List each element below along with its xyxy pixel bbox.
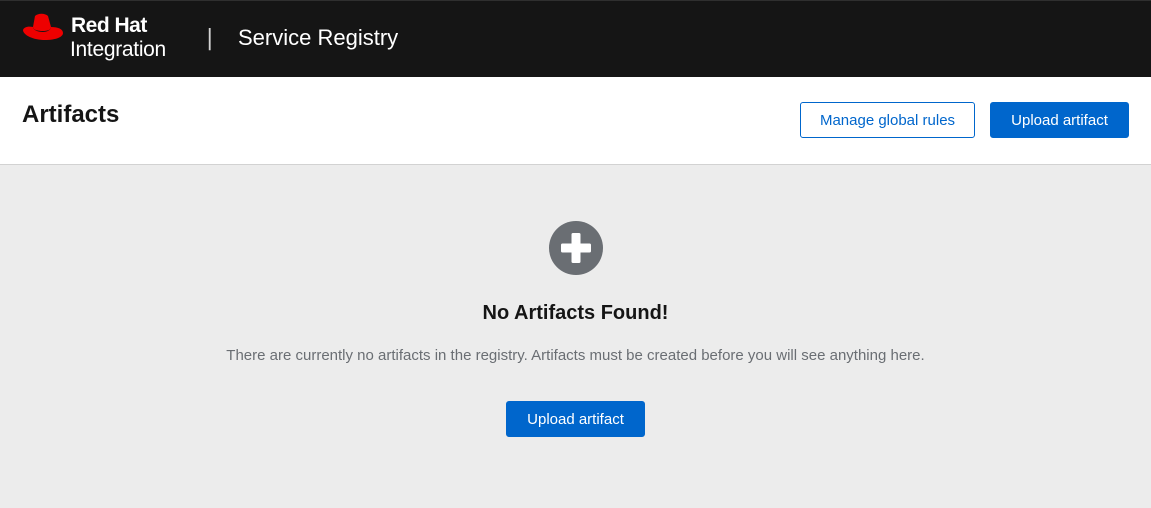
empty-state-title: No Artifacts Found! (482, 302, 669, 324)
page-header: Artifacts Manage global rules Upload art… (0, 77, 1151, 165)
brand-subtitle: Integration (70, 38, 166, 61)
plus-circle-icon (549, 221, 603, 275)
empty-state-upload-artifact-button[interactable]: Upload artifact (506, 401, 645, 437)
empty-state-body: There are currently no artifacts in the … (226, 347, 925, 364)
manage-global-rules-button[interactable]: Manage global rules (800, 102, 975, 138)
empty-state: No Artifacts Found! There are currently … (0, 165, 1151, 508)
brand-divider: | (206, 26, 214, 51)
product-title: Service Registry (238, 25, 399, 50)
page-title: Artifacts (22, 101, 120, 128)
brand-name: Red Hat (71, 14, 147, 37)
brand-logo[interactable]: Red Hat Integration (21, 11, 191, 65)
masthead: Red Hat Integration | Service Registry (0, 0, 1151, 77)
red-hat-logo-icon (23, 13, 63, 40)
upload-artifact-button[interactable]: Upload artifact (990, 102, 1129, 138)
